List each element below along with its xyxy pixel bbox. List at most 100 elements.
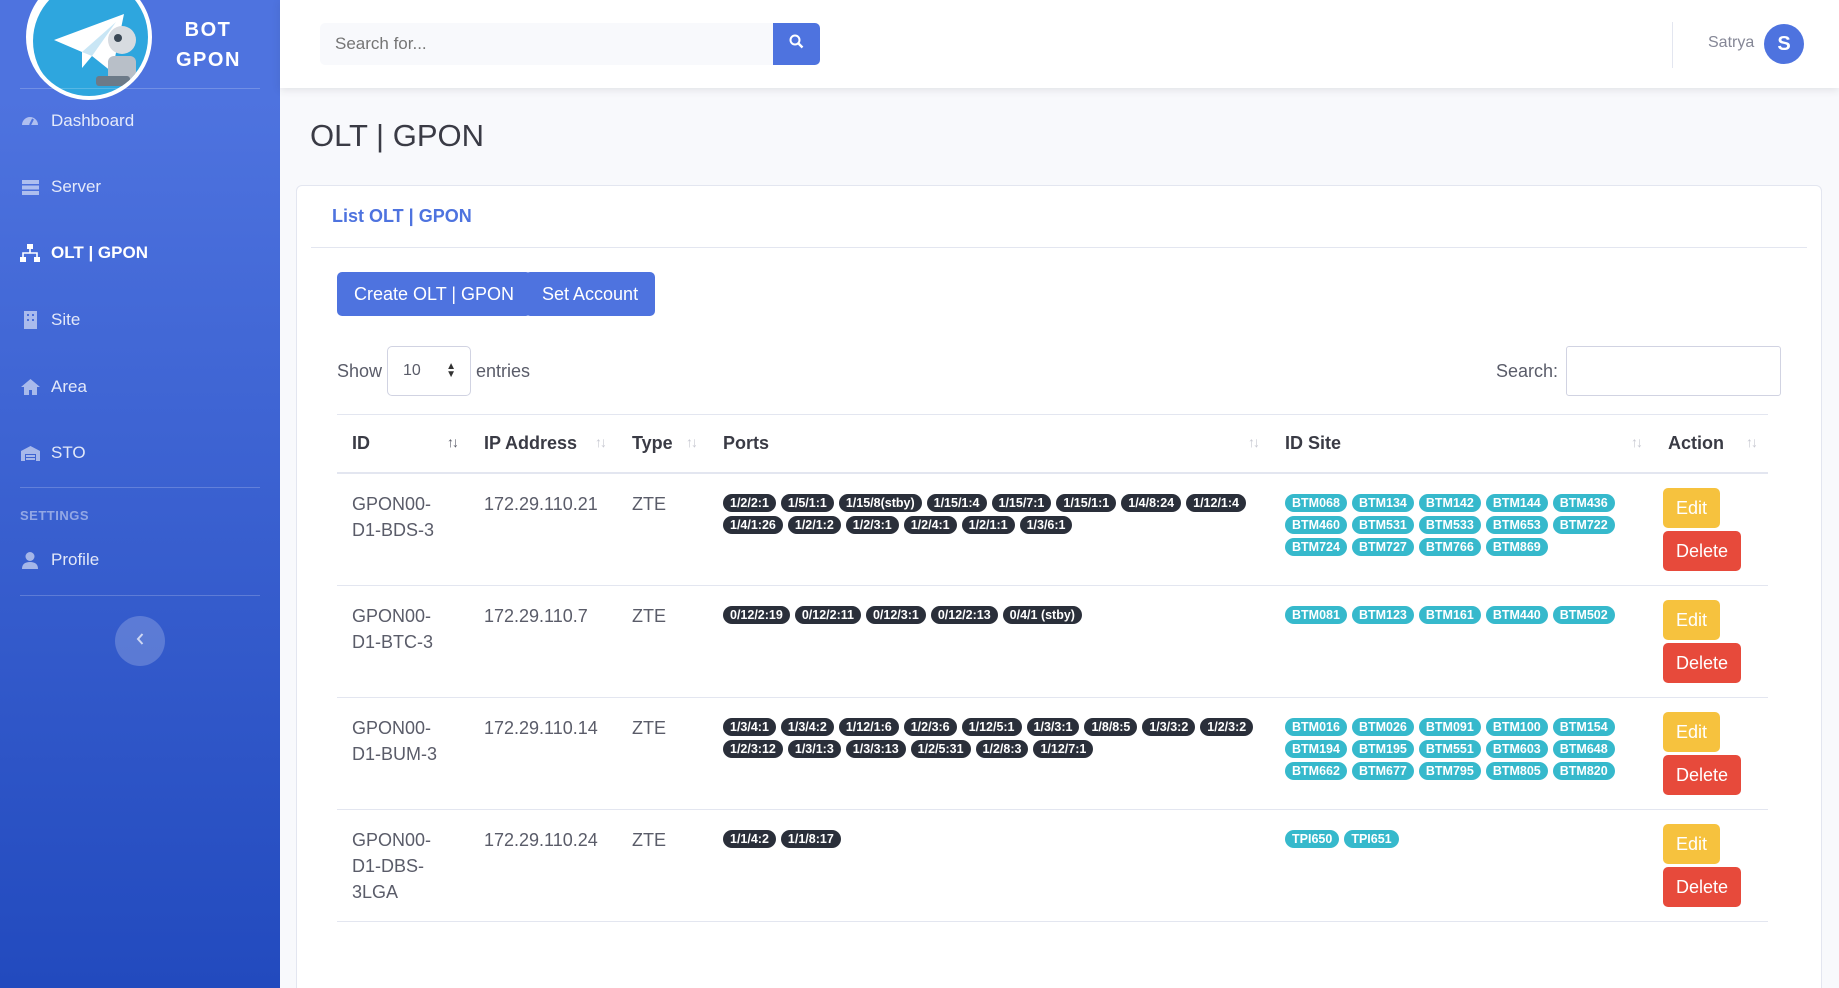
column-header-ports[interactable]: Ports ↑↓ bbox=[708, 414, 1270, 474]
create-olt-button[interactable]: Create OLT | GPON bbox=[337, 272, 532, 316]
sidebar-toggle-button[interactable] bbox=[115, 616, 165, 666]
edit-button[interactable]: Edit bbox=[1663, 711, 1721, 752]
cell-id: GPON00-D1-DBS-3LGA bbox=[337, 809, 469, 922]
port-badge: 1/2/8:3 bbox=[975, 739, 1029, 758]
column-header-ip[interactable]: IP Address ↑↓ bbox=[469, 414, 617, 474]
olt-table: ID ↑↓ IP Address ↑↓ Type ↑↓ Ports ↑↓ ID Site… bbox=[337, 414, 1768, 922]
delete-button[interactable]: Delete bbox=[1663, 866, 1742, 907]
port-badge: 1/3/3:1 bbox=[1026, 717, 1080, 736]
column-header-action[interactable]: Action ↑↓ bbox=[1653, 414, 1768, 474]
building-icon bbox=[20, 310, 40, 330]
table-header-row: ID ↑↓ IP Address ↑↓ Type ↑↓ Ports ↑↓ ID Site… bbox=[337, 414, 1768, 474]
column-label: Action bbox=[1668, 432, 1724, 453]
sort-arrows-icon: ▲ ▼ bbox=[446, 361, 457, 380]
topbar: Satrya S bbox=[280, 0, 1839, 88]
port-badge: 0/12/2:11 bbox=[794, 605, 861, 624]
search-input[interactable] bbox=[320, 23, 773, 65]
warehouse-icon bbox=[20, 443, 40, 463]
top-search bbox=[320, 23, 820, 65]
site-badge: BTM460 bbox=[1285, 515, 1347, 534]
port-badge: 0/12/3:1 bbox=[865, 605, 926, 624]
port-badge: 1/2/1:1 bbox=[961, 515, 1015, 534]
sidebar-item-area[interactable]: Area bbox=[0, 367, 280, 407]
table-row: GPON00-D1-BDS-3 172.29.110.21 ZTE 1/2/2:1 1/… bbox=[337, 472, 1768, 586]
brand-line-1: BOT bbox=[184, 19, 232, 41]
site-badge: BTM134 bbox=[1351, 493, 1414, 512]
column-label: Ports bbox=[723, 432, 770, 453]
cell-ip: 172.29.110.24 bbox=[469, 809, 617, 922]
site-badge: BTM603 bbox=[1485, 739, 1548, 758]
cell-type: ZTE bbox=[617, 697, 708, 810]
port-badge: 1/3/3:2 bbox=[1142, 717, 1196, 736]
port-badge: 1/15/1:1 bbox=[1056, 493, 1117, 512]
delete-button[interactable]: Delete bbox=[1663, 530, 1742, 571]
sidebar-item-olt-gpon[interactable]: OLT | GPON bbox=[0, 233, 280, 273]
delete-button[interactable]: Delete bbox=[1663, 642, 1742, 683]
site-badge: TPI650 bbox=[1285, 829, 1340, 848]
sidebar-item-profile[interactable]: Profile bbox=[0, 540, 280, 580]
cell-ip: 172.29.110.14 bbox=[469, 697, 617, 810]
entries-select[interactable]: 10 ▲ ▼ bbox=[387, 346, 472, 396]
sidebar-item-label: STO bbox=[51, 443, 86, 462]
cell-sites: TPI650 TPI651 bbox=[1270, 809, 1653, 922]
column-header-type[interactable]: Type ↑↓ bbox=[617, 414, 708, 474]
user-icon bbox=[20, 550, 40, 570]
card-header: List OLT | GPON bbox=[311, 186, 1807, 248]
sort-icon: ↑↓ bbox=[595, 434, 607, 450]
port-badge: 1/4/8:24 bbox=[1121, 493, 1182, 512]
sidebar-item-site[interactable]: Site bbox=[0, 300, 280, 340]
port-badge: 1/5/1:1 bbox=[780, 493, 834, 512]
server-icon bbox=[20, 177, 40, 197]
port-badge: 1/2/3:6 bbox=[903, 717, 957, 736]
site-badge: BTM727 bbox=[1351, 537, 1414, 556]
sidebar-item-label: Server bbox=[51, 177, 102, 196]
action-buttons: Edit Delete bbox=[1663, 487, 1753, 571]
cell-ports: 0/12/2:19 0/12/2:11 0/12/3:1 0/12/2:13 0/4/1… bbox=[708, 585, 1270, 698]
cell-type: ZTE bbox=[617, 472, 708, 586]
table-row: GPON00-D1-BUM-3 172.29.110.14 ZTE 1/3/4:1 1/… bbox=[337, 697, 1768, 810]
dashboard-icon bbox=[20, 111, 40, 131]
edit-button[interactable]: Edit bbox=[1663, 487, 1721, 528]
edit-button[interactable]: Edit bbox=[1663, 599, 1721, 640]
sort-icon: ↑↓ bbox=[1248, 434, 1260, 450]
avatar[interactable]: S bbox=[1764, 24, 1804, 64]
bot-logo bbox=[26, 0, 152, 100]
edit-button[interactable]: Edit bbox=[1663, 823, 1721, 864]
site-badges: BTM016 BTM026 BTM091 BTM100 BTM154 BTM194 BTM1… bbox=[1285, 715, 1638, 780]
site-badge: BTM551 bbox=[1418, 739, 1481, 758]
cell-actions: Edit Delete bbox=[1653, 809, 1768, 922]
search-button[interactable] bbox=[773, 23, 820, 65]
brand[interactable]: BOT GPON bbox=[0, 0, 280, 100]
network-icon bbox=[20, 243, 40, 263]
delete-button[interactable]: Delete bbox=[1663, 754, 1742, 795]
cell-id: GPON00-D1-BDS-3 bbox=[337, 472, 469, 586]
brand-text: BOT GPON bbox=[176, 15, 240, 75]
sidebar-item-sto[interactable]: STO bbox=[0, 433, 280, 473]
site-badge: BTM533 bbox=[1418, 515, 1481, 534]
column-header-id[interactable]: ID ↑↓ bbox=[337, 414, 469, 474]
port-badge: 1/2/3:12 bbox=[723, 739, 783, 758]
page-title: OLT | GPON bbox=[310, 118, 484, 153]
site-badge: BTM531 bbox=[1351, 515, 1414, 534]
column-label: IP Address bbox=[484, 432, 578, 453]
site-badge: BTM123 bbox=[1351, 605, 1414, 624]
column-header-id-site[interactable]: ID Site ↑↓ bbox=[1270, 414, 1653, 474]
brand-line-2: GPON bbox=[176, 49, 241, 71]
sidebar-heading-settings: SETTINGS bbox=[20, 508, 90, 523]
sidebar-item-label: Area bbox=[51, 377, 87, 396]
sidebar-item-server[interactable]: Server bbox=[0, 167, 280, 207]
cell-actions: Edit Delete bbox=[1653, 697, 1768, 810]
site-badge: BTM766 bbox=[1418, 537, 1481, 556]
user-name[interactable]: Satrya bbox=[1708, 34, 1754, 52]
set-account-button[interactable]: Set Account bbox=[525, 272, 656, 316]
action-buttons: Edit Delete bbox=[1663, 711, 1753, 795]
site-badge: BTM161 bbox=[1418, 605, 1481, 624]
port-badge: 1/3/3:13 bbox=[845, 739, 906, 758]
sidebar-item-label: Dashboard bbox=[51, 111, 135, 130]
site-badge: TPI651 bbox=[1344, 829, 1399, 848]
port-badge: 1/2/5:31 bbox=[910, 739, 971, 758]
sidebar-item-dashboard[interactable]: Dashboard bbox=[0, 101, 280, 141]
site-badge: BTM016 bbox=[1285, 717, 1347, 736]
table-search: Search: bbox=[1496, 346, 1781, 396]
table-search-input[interactable] bbox=[1566, 346, 1781, 396]
